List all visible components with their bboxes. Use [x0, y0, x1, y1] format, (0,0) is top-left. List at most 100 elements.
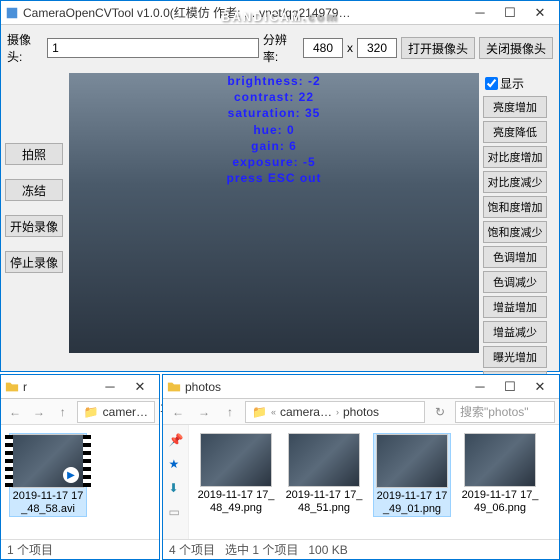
image-thumb-icon [376, 434, 448, 488]
star-icon[interactable]: ★ [169, 457, 183, 471]
bandicam-watermark: BANDICAM.com [221, 4, 338, 27]
close-button[interactable]: ✕ [525, 3, 555, 23]
search-placeholder: 搜索"photos" [460, 403, 529, 420]
image-thumb-icon [464, 433, 536, 487]
file-item[interactable]: 2019-11-17 17_48_51.png [285, 433, 363, 515]
ex2-sel-size: 100 KB [308, 543, 347, 557]
ex2-crumb2[interactable]: photos [341, 405, 381, 419]
fwd-icon[interactable]: → [193, 401, 215, 423]
ex2-status: 4 个项目 选中 1 个项目 100 KB [163, 539, 559, 559]
folder-icon [167, 380, 181, 394]
show-checkbox[interactable] [485, 77, 498, 90]
ex2-toolbar: ← → ↑ 📁 « camera… › photos ↻ 搜索"photos" [163, 399, 559, 425]
gain-down-button[interactable]: 增益减少 [483, 321, 547, 343]
right-button-column: 显示 亮度增加 亮度降低 对比度增加 对比度减少 饱和度增加 饱和度减少 色调增… [483, 73, 549, 393]
download-icon[interactable]: ⬇ [169, 481, 183, 495]
minimize-button[interactable]: ─ [465, 3, 495, 23]
ex2-crumb1[interactable]: camera… [278, 405, 334, 419]
brightness-up-button[interactable]: 亮度增加 [483, 96, 547, 118]
overlay-saturation: saturation: 35 [69, 105, 479, 121]
quick-access-icon[interactable]: 📌 [169, 433, 183, 447]
ex2-sidebar: 📌 ★ ⬇ ▭ [163, 425, 189, 539]
file-name: 2019-11-17 17_49_01.png [374, 490, 450, 516]
file-name: 2019-11-17 17_49_06.png [461, 489, 539, 515]
resolution-label: 分辨率: [263, 31, 299, 65]
saturation-up-button[interactable]: 饱和度增加 [483, 196, 547, 218]
up-icon[interactable]: ↑ [219, 401, 241, 423]
ex1-title: r [23, 380, 95, 394]
file-name: 2019-11-17 17_48_51.png [285, 489, 363, 515]
file-name: 2019-11-17 17_48_58.avi [10, 490, 86, 516]
ex1-address-bar[interactable]: 📁 camer… [77, 401, 155, 423]
ex2-item-count: 4 个项目 [169, 541, 215, 558]
ex1-status: 1 个项目 [1, 539, 159, 559]
fwd-icon[interactable]: → [29, 401, 49, 423]
overlay-brightness: brightness: -2 [69, 73, 479, 89]
ex2-max-button[interactable]: ☐ [495, 377, 525, 397]
show-label: 显示 [500, 75, 524, 92]
start-record-button[interactable]: 开始录像 [5, 215, 63, 237]
ex2-min-button[interactable]: ─ [465, 377, 495, 397]
play-badge-icon: ▶ [63, 467, 79, 483]
open-camera-button[interactable]: 打开摄像头 [401, 37, 475, 59]
ex2-address-bar[interactable]: 📁 « camera… › photos [245, 401, 425, 423]
refresh-icon[interactable]: ↻ [429, 401, 451, 423]
res-width-input[interactable] [303, 38, 343, 58]
back-icon[interactable]: ← [167, 401, 189, 423]
up-icon[interactable]: ↑ [53, 401, 73, 423]
ex2-close-button[interactable]: ✕ [525, 377, 555, 397]
image-thumb-icon [288, 433, 360, 487]
video-thumb-icon: ▶ [12, 434, 84, 488]
camera-index-input[interactable] [47, 38, 259, 58]
folder-small-icon: 📁 [82, 405, 101, 419]
back-icon[interactable]: ← [5, 401, 25, 423]
exposure-up-button[interactable]: 曝光增加 [483, 346, 547, 368]
ex2-title: photos [185, 380, 465, 394]
folder-icon [5, 380, 19, 394]
overlay-exposure: exposure: -5 [69, 154, 479, 170]
overlay-esc: press ESC out [69, 170, 479, 186]
close-camera-button[interactable]: 关闭摄像头 [479, 37, 553, 59]
ex1-file-grid: ▶ 2019-11-17 17_48_58.avi [1, 425, 159, 539]
chevron-right-icon: › [334, 407, 341, 417]
ex1-min-button[interactable]: ─ [95, 377, 125, 397]
brightness-down-button[interactable]: 亮度降低 [483, 121, 547, 143]
video-preview: brightness: -2 contrast: 22 saturation: … [69, 73, 479, 353]
ex2-file-grid: 2019-11-17 17_48_49.png 2019-11-17 17_48… [189, 425, 559, 539]
file-item[interactable]: 2019-11-17 17_49_01.png [373, 433, 451, 517]
image-thumb-icon [200, 433, 272, 487]
res-height-input[interactable] [357, 38, 397, 58]
explorer-window-2: photos ─ ☐ ✕ ← → ↑ 📁 « camera… › photos … [162, 374, 560, 560]
camera-label: 摄像头: [7, 31, 43, 65]
ex1-close-button[interactable]: ✕ [125, 377, 155, 397]
ex2-titlebar: photos ─ ☐ ✕ [163, 375, 559, 399]
folder-small-icon: 📁 [250, 405, 269, 419]
file-item[interactable]: 2019-11-17 17_48_49.png [197, 433, 275, 515]
ex1-titlebar: r ─ ✕ [1, 375, 159, 399]
ex1-crumb[interactable]: camer… [101, 405, 150, 419]
overlay-gain: gain: 6 [69, 138, 479, 154]
saturation-down-button[interactable]: 饱和度减少 [483, 221, 547, 243]
contrast-down-button[interactable]: 对比度减少 [483, 171, 547, 193]
explorer-window-1: r ─ ✕ ← → ↑ 📁 camer… ▶ 2019-11-17 17_48_… [0, 374, 160, 560]
res-x-label: x [347, 41, 353, 55]
overlay-contrast: contrast: 22 [69, 89, 479, 105]
top-controls-row: 摄像头: 分辨率: x 打开摄像头 关闭摄像头 [7, 31, 553, 65]
doc-icon[interactable]: ▭ [169, 505, 183, 519]
freeze-button[interactable]: 冻结 [5, 179, 63, 201]
gain-up-button[interactable]: 增益增加 [483, 296, 547, 318]
app-icon [5, 6, 19, 20]
ex2-search-input[interactable]: 搜索"photos" [455, 401, 555, 423]
file-item[interactable]: ▶ 2019-11-17 17_48_58.avi [9, 433, 87, 517]
file-item[interactable]: 2019-11-17 17_49_06.png [461, 433, 539, 515]
left-button-column: 拍照 冻结 开始录像 停止录像 [5, 73, 65, 393]
main-window: CameraOpenCVTool v1.0.0(红模仿 作者: … vnet/q… [0, 0, 560, 372]
ex2-sel-count: 选中 1 个项目 [225, 541, 298, 558]
hue-down-button[interactable]: 色调减少 [483, 271, 547, 293]
stop-record-button[interactable]: 停止录像 [5, 251, 63, 273]
hue-up-button[interactable]: 色调增加 [483, 246, 547, 268]
overlay-hue: hue: 0 [69, 122, 479, 138]
capture-button[interactable]: 拍照 [5, 143, 63, 165]
contrast-up-button[interactable]: 对比度增加 [483, 146, 547, 168]
maximize-button[interactable]: ☐ [495, 3, 525, 23]
